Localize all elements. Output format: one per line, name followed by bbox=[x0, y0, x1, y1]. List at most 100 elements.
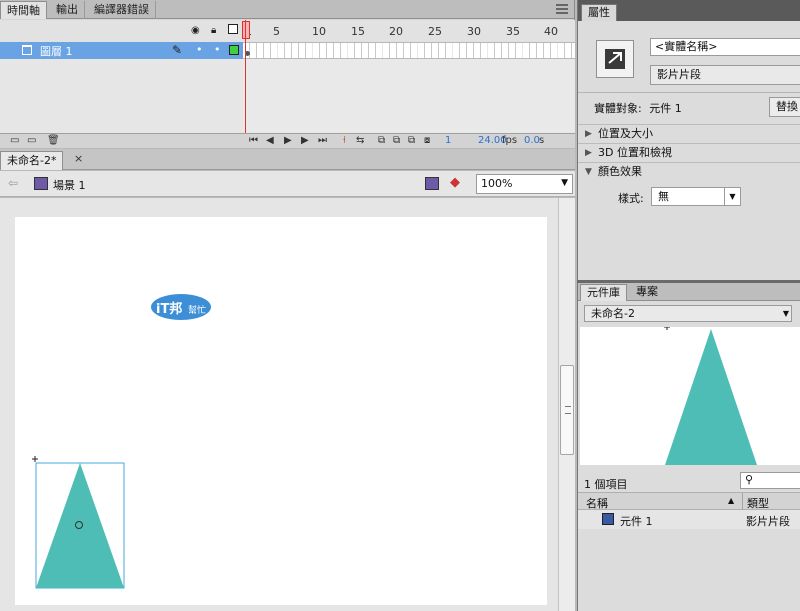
sort-up-icon[interactable]: ▲ bbox=[728, 496, 734, 505]
play-icon[interactable]: ▶ bbox=[284, 135, 292, 146]
symbol-type-icon bbox=[596, 40, 634, 78]
outline-icon[interactable] bbox=[228, 24, 238, 34]
library-item-row[interactable]: 元件 1 影片片段 bbox=[578, 510, 800, 529]
layer-frames[interactable] bbox=[243, 42, 575, 59]
edit-multiple-icon[interactable]: ⧉ bbox=[408, 135, 415, 146]
lock-icon[interactable]: 🔒︎ bbox=[211, 25, 216, 36]
prev-frame-icon[interactable]: ◀ bbox=[266, 135, 274, 146]
loop-icon[interactable]: ⇆ bbox=[356, 135, 364, 146]
panel-menu-icon[interactable] bbox=[556, 4, 568, 14]
last-frame-icon[interactable]: ⏭ bbox=[318, 135, 327, 146]
registration-crosshair bbox=[664, 327, 670, 330]
section-label: 位置及大小 bbox=[598, 127, 653, 140]
instance-of-label: 實體對象: 元件 1 bbox=[594, 100, 682, 116]
column-divider bbox=[742, 493, 743, 510]
svg-text:iT邦: iT邦 bbox=[156, 301, 182, 317]
divider bbox=[578, 92, 800, 93]
onion-outline-icon[interactable]: ⧉ bbox=[393, 135, 400, 146]
movieclip-icon bbox=[602, 513, 614, 525]
new-layer-icon[interactable]: ▭ bbox=[10, 135, 19, 146]
center-frame-icon[interactable]: ⍿ bbox=[343, 135, 346, 146]
pencil-icon: ✎ bbox=[172, 43, 183, 57]
swap-button[interactable]: 替換 bbox=[769, 97, 800, 117]
column-type[interactable]: 類型 bbox=[747, 495, 769, 511]
document-tab[interactable]: 未命名-2* bbox=[0, 151, 64, 170]
section-position-size[interactable]: ▶ 位置及大小 bbox=[578, 124, 800, 143]
frame-number: 25 bbox=[428, 25, 442, 38]
elapsed-time[interactable]: 0.0 bbox=[524, 135, 540, 146]
style-value: 無 bbox=[658, 190, 669, 203]
symbol-type-select[interactable]: 影片片段 bbox=[650, 65, 800, 85]
zoom-value: 100% bbox=[481, 177, 513, 190]
frame-number: 40 bbox=[544, 25, 558, 38]
new-folder-icon[interactable]: ▭ bbox=[27, 135, 36, 146]
timeline-controls: ▭ ▭ 🗑︎ ⏮ ◀ ▶ ▶ ⏭ ⍿ ⇆ ⧉ ⧉ ⧉ ⧇ 1 24.00 fps… bbox=[0, 133, 575, 148]
tab-timeline[interactable]: 時間軸 bbox=[0, 1, 47, 19]
library-item-name: 元件 1 bbox=[620, 515, 653, 528]
tab-compiler-errors[interactable]: 編譯器錯誤 bbox=[88, 1, 156, 19]
eye-icon[interactable]: ◉ bbox=[191, 25, 200, 36]
stage-scrollbar[interactable] bbox=[558, 198, 575, 611]
scrollbar-thumb[interactable] bbox=[560, 365, 574, 455]
onion-markers-icon[interactable]: ⧇ bbox=[424, 135, 430, 146]
layer-name[interactable]: 圖層 1 bbox=[40, 43, 73, 59]
library-list-empty bbox=[578, 529, 800, 611]
svg-text:幫忙: 幫忙 bbox=[188, 304, 206, 316]
instance-name-input[interactable]: <實體名稱> bbox=[650, 38, 800, 56]
color-style-select[interactable]: 無 ▼ bbox=[651, 187, 741, 206]
playhead-handle[interactable] bbox=[242, 21, 250, 39]
timeline-panel: 時間軸 輸出 編譯器錯誤 ◉ 🔒︎ 1 5 10 15 20 25 30 35 … bbox=[0, 0, 575, 148]
section-color-effect[interactable]: ▼ 顏色效果 bbox=[578, 162, 800, 181]
library-document-select[interactable]: 未命名-2 ▼ bbox=[584, 305, 792, 322]
registration-crosshair bbox=[32, 456, 38, 462]
movieclip-instance-triangle[interactable] bbox=[36, 463, 124, 588]
library-column-header: 名稱 ▲ 類型 bbox=[578, 492, 800, 510]
tab-properties[interactable]: 屬性 bbox=[581, 4, 617, 21]
tab-project[interactable]: 專案 bbox=[630, 284, 664, 301]
frame-rate-unit: fps bbox=[502, 135, 518, 146]
frame-number: 20 bbox=[389, 25, 403, 38]
edit-scene-icon[interactable] bbox=[425, 177, 439, 190]
onion-skin-icon[interactable]: ⧉ bbox=[378, 135, 385, 146]
chevron-down-icon: ▼ bbox=[585, 167, 592, 177]
delete-layer-icon[interactable]: 🗑︎ bbox=[47, 135, 60, 146]
itbang-watermark-logo: iT邦 幫忙 bbox=[150, 289, 212, 321]
properties-panel: 屬性 <實體名稱> 影片片段 實體對象: 元件 1 替換 ▶ 位置及大小 ▶ 3… bbox=[577, 0, 800, 280]
layer-row[interactable]: 圖層 1 ✎ • • bbox=[0, 42, 243, 59]
properties-tabbar: 屬性 bbox=[578, 0, 800, 21]
edit-symbols-icon[interactable]: ◆ bbox=[450, 175, 460, 190]
column-name[interactable]: 名稱 bbox=[586, 495, 608, 511]
next-frame-icon[interactable]: ▶ bbox=[301, 135, 309, 146]
stage[interactable] bbox=[15, 217, 547, 605]
frame-ruler: 1 5 10 15 20 25 30 35 40 bbox=[243, 20, 574, 42]
zoom-select[interactable]: 100% ▼ bbox=[476, 174, 573, 194]
library-search-input[interactable]: ⚲ bbox=[740, 472, 800, 489]
playhead[interactable] bbox=[245, 20, 246, 133]
frame-number: 10 bbox=[312, 25, 326, 38]
close-icon[interactable]: × bbox=[74, 152, 83, 165]
tab-output[interactable]: 輸出 bbox=[50, 1, 85, 19]
layer-list-empty bbox=[0, 59, 243, 133]
first-frame-icon[interactable]: ⏮ bbox=[249, 135, 258, 146]
tab-library[interactable]: 元件庫 bbox=[580, 284, 627, 301]
current-frame[interactable]: 1 bbox=[445, 135, 451, 146]
scene-label[interactable]: 場景 1 bbox=[53, 177, 86, 193]
back-arrow-icon[interactable]: ⇦ bbox=[8, 176, 18, 190]
scene-clapper-icon bbox=[34, 177, 48, 190]
visible-dot-icon[interactable]: • bbox=[196, 43, 203, 56]
frames-empty bbox=[243, 59, 575, 133]
instance-of-text: 實體對象: bbox=[594, 102, 642, 115]
frame-number: 35 bbox=[506, 25, 520, 38]
frame-number: 15 bbox=[351, 25, 365, 38]
preview-triangle bbox=[665, 329, 757, 465]
section-3d-position[interactable]: ▶ 3D 位置和檢視 bbox=[578, 143, 800, 162]
section-label: 3D 位置和檢視 bbox=[598, 146, 672, 159]
grip-icon bbox=[565, 406, 571, 414]
lock-dot-icon[interactable]: • bbox=[214, 43, 221, 56]
outline-color-icon[interactable] bbox=[229, 45, 239, 55]
library-tabbar: 元件庫 專案 bbox=[578, 283, 800, 301]
timeline-tabbar: 時間軸 輸出 編譯器錯誤 bbox=[0, 0, 574, 19]
chevron-right-icon: ▶ bbox=[585, 129, 592, 139]
document-tabbar: 未命名-2* × bbox=[0, 149, 575, 170]
library-item-type: 影片片段 bbox=[746, 515, 790, 528]
